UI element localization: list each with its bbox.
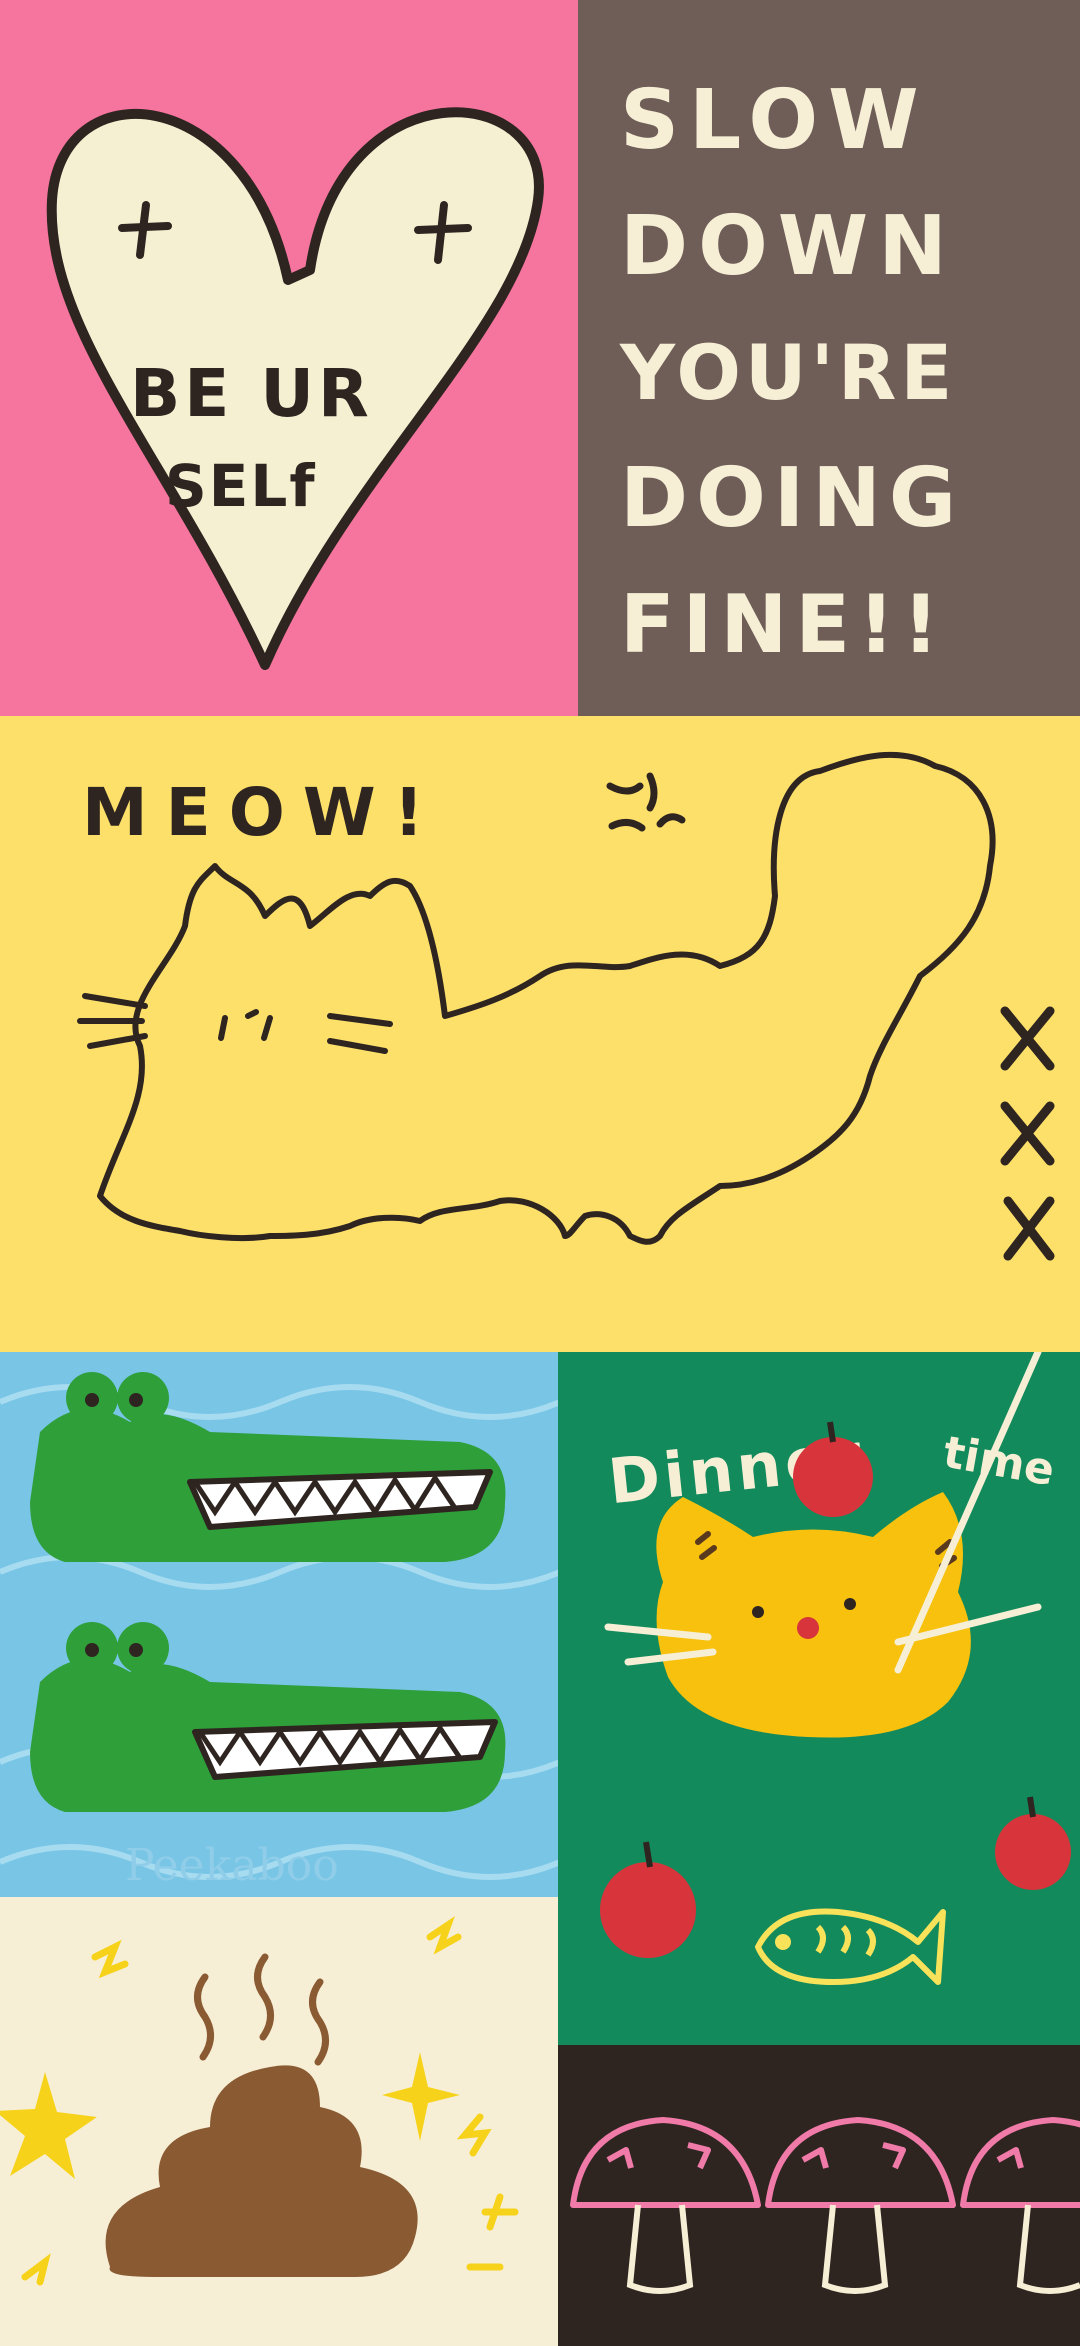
mushroom-drawing <box>570 2117 1080 2294</box>
apple-icon-3 <box>995 1796 1071 1890</box>
slogan-line-4: DOING <box>620 451 965 546</box>
slogan-line-5: FINE!! <box>620 578 947 671</box>
crocodile-icon-1 <box>30 1372 506 1562</box>
dinner-panel: Dinner time <box>558 1352 1080 2045</box>
heart-panel: BE UR SELf <box>0 0 578 716</box>
apple-icon-1 <box>793 1421 873 1517</box>
star-icon <box>0 2072 97 2179</box>
slogan-line-1: SLOW <box>620 73 929 168</box>
crocodile-panel: Peekaboo <box>0 1352 558 1897</box>
mushroom-icon-1 <box>570 2117 761 2208</box>
heart-text-line1: BE UR <box>130 355 373 432</box>
cat-panel: MEOW! X X X <box>0 716 1080 1352</box>
crocodile-icon-2 <box>30 1622 506 1812</box>
mushroom-panel <box>558 2045 1080 2346</box>
watermark-text: Peekaboo <box>125 1840 339 1891</box>
crocodile-drawing <box>0 1372 558 1880</box>
poop-icon <box>105 2065 418 2277</box>
slogan-line-2: DOWN <box>620 199 957 294</box>
apple-icon-2 <box>600 1841 696 1958</box>
sparkle-icon <box>382 2052 460 2141</box>
heart-text-line2: SELf <box>165 452 317 520</box>
poop-panel <box>0 1897 558 2346</box>
slogan-panel: SLOW DOWN YOU'RE DOING FINE!! <box>578 0 1080 716</box>
angry-icon <box>606 772 686 832</box>
slogan-line-3: YOU'RE <box>620 328 957 417</box>
poop-drawing <box>0 1916 519 2286</box>
cat-drawing <box>77 751 1055 1261</box>
fish-icon <box>755 1908 946 1985</box>
slogan-text: SLOW DOWN YOU'RE DOING FINE!! <box>620 58 964 688</box>
xxx-icon <box>1000 1006 1055 1261</box>
dinner-drawing <box>600 1352 1071 1985</box>
mushroom-icon-2 <box>765 2117 956 2208</box>
